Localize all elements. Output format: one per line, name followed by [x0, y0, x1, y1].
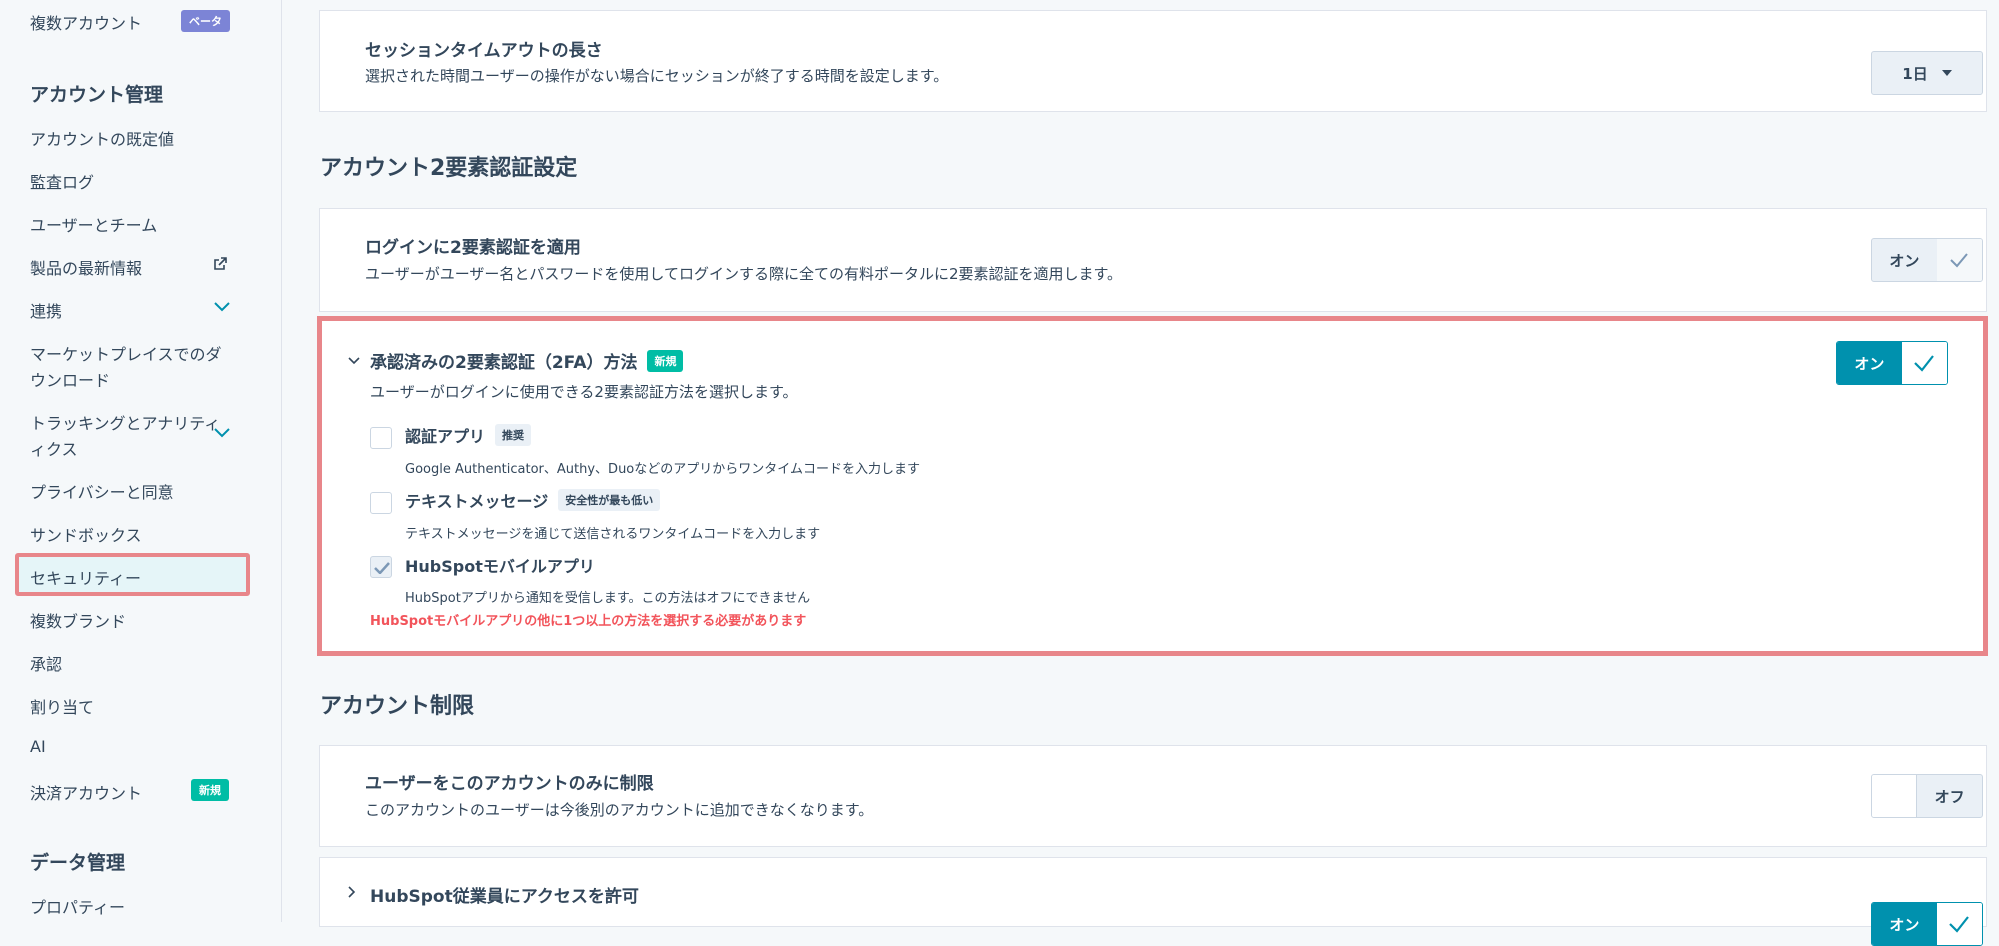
- sidebar-item-label: 複数アカウント: [30, 14, 143, 33]
- approved-2fa-methods-card: 承認済みの2要素認証（2FA）方法 新規 ユーザーがログインに使用できる2要素認…: [317, 316, 1988, 656]
- sidebar-item-label: ィクス: [30, 440, 78, 459]
- sidebar-item-payment-account[interactable]: 決済アカウント: [30, 780, 142, 804]
- chevron-down-icon[interactable]: [348, 357, 360, 365]
- sidebar-item-label: 承認: [30, 655, 63, 674]
- approved-methods-title-row: 承認済みの2要素認証（2FA）方法 新規: [370, 348, 684, 373]
- sidebar-item-label: セキュリティー: [30, 569, 142, 588]
- sidebar-item-label: アカウントの既定値: [30, 130, 175, 149]
- enforce-2fa-toggle[interactable]: オン: [1871, 238, 1983, 282]
- account-mgmt-heading: アカウント管理: [30, 84, 164, 106]
- external-link-icon[interactable]: [212, 256, 228, 272]
- sidebar-item-label: 監査ログ: [30, 173, 95, 192]
- session-timeout-dropdown[interactable]: 1日: [1871, 51, 1983, 95]
- caret-down-icon: [1941, 70, 1952, 76]
- sidebar-item-users-teams[interactable]: ユーザーとチーム: [30, 212, 157, 236]
- beta-badge: ベータ: [181, 10, 230, 32]
- sidebar: 複数アカウント ベータ アカウント管理 アカウントの既定値 監査ログ ユーザーと…: [0, 0, 282, 922]
- sidebar-item-product-updates[interactable]: 製品の最新情報: [30, 255, 142, 279]
- sidebar-item-label: 製品の最新情報: [30, 259, 143, 278]
- sidebar-item-assignments[interactable]: 割り当て: [30, 694, 94, 718]
- sidebar-item-multi-account[interactable]: 複数アカウント: [30, 10, 142, 34]
- sidebar-item-label: プライバシーと同意: [30, 483, 174, 502]
- chevron-down-icon[interactable]: [214, 302, 230, 312]
- hubspot-mobile-app-checkbox[interactable]: [370, 556, 392, 578]
- sidebar-item-privacy-consent[interactable]: プライバシーと同意: [30, 479, 174, 503]
- sidebar-item-label: トラッキングとアナリティ: [30, 414, 221, 433]
- toggle-label: オン: [1837, 342, 1902, 384]
- sidebar-item-tracking-analytics[interactable]: トラッキングとアナリティ: [30, 410, 220, 434]
- least-secure-tag: 安全性が最も低い: [558, 489, 661, 511]
- sidebar-item-audit-log[interactable]: 監査ログ: [30, 169, 94, 193]
- toggle-knob: [1872, 775, 1918, 817]
- sidebar-item-label: サンドボックス: [30, 526, 142, 545]
- approved-methods-title: 承認済みの2要素認証（2FA）方法: [370, 353, 638, 373]
- check-icon: [1936, 239, 1982, 281]
- approved-methods-toggle[interactable]: オン: [1836, 341, 1948, 385]
- enforce-2fa-card: ログインに2要素認証を適用 ユーザーがユーザー名とパスワードを使用してログインす…: [319, 208, 1987, 312]
- hubspot-mobile-app-title-row: HubSpotモバイルアプリ: [405, 553, 595, 577]
- sidebar-item-account-defaults[interactable]: アカウントの既定値: [30, 126, 174, 150]
- data-mgmt-heading: データ管理: [30, 852, 126, 874]
- sidebar-item-label: 割り当て: [30, 698, 95, 717]
- session-timeout-card: セッションタイムアウトの長さ 選択された時間ユーザーの操作がない場合にセッション…: [319, 10, 1987, 112]
- sidebar-item-properties[interactable]: プロパティー: [30, 894, 125, 918]
- authenticator-app-checkbox[interactable]: [370, 427, 392, 449]
- authenticator-app-title-row: 認証アプリ 推奨: [405, 423, 532, 447]
- sidebar-item-label: ユーザーとチーム: [30, 216, 158, 235]
- sidebar-item-marketplace-downloads[interactable]: マーケットプレイスでのダ: [30, 341, 222, 365]
- toggle-label: オン: [1889, 251, 1920, 270]
- authenticator-app-desc: Google Authenticator、Authy、Duoなどのアプリからワン…: [405, 462, 921, 477]
- sidebar-item-label: AI: [30, 737, 46, 756]
- approved-methods-desc: ユーザーがログインに使用できる2要素認証方法を選択します。: [370, 383, 798, 401]
- text-message-title-row: テキストメッセージ 安全性が最も低い: [405, 488, 661, 512]
- sidebar-item-marketplace-downloads-cont[interactable]: ウンロード: [30, 367, 110, 391]
- sidebar-item-multi-brand[interactable]: 複数ブランド: [30, 608, 126, 632]
- recommended-tag: 推奨: [495, 424, 532, 446]
- text-message-desc: テキストメッセージを通じて送信されるワンタイムコードを入力します: [405, 527, 821, 542]
- sidebar-item-sandbox[interactable]: サンドボックス: [30, 522, 142, 546]
- sidebar-item-label: 連携: [30, 302, 63, 321]
- sidebar-item-tracking-analytics-cont[interactable]: ィクス: [30, 436, 78, 460]
- authenticator-app-title: 認証アプリ: [405, 427, 486, 446]
- sidebar-item-integrations[interactable]: 連携: [30, 298, 62, 322]
- text-message-title: テキストメッセージ: [405, 492, 549, 511]
- new-badge: 新規: [191, 779, 229, 801]
- new-badge: 新規: [647, 349, 684, 372]
- sidebar-item-label: プロパティー: [30, 898, 126, 917]
- text-message-checkbox[interactable]: [370, 492, 392, 514]
- enforce-2fa-desc: ユーザーがユーザー名とパスワードを使用してログインする際に全ての有料ポータルに2…: [365, 265, 1122, 283]
- validation-error: HubSpotモバイルアプリの他に1つ以上の方法を選択する必要があります: [370, 614, 807, 629]
- sidebar-item-label: ウンロード: [30, 371, 111, 390]
- enforce-2fa-title: ログインに2要素認証を適用: [365, 238, 581, 258]
- restrict-account-toggle[interactable]: オフ: [1871, 774, 1983, 818]
- sidebar-item-label: 複数ブランド: [30, 612, 127, 631]
- check-icon: [374, 562, 390, 574]
- hubspot-mobile-app-title: HubSpotモバイルアプリ: [405, 557, 595, 576]
- check-icon: [1901, 342, 1947, 384]
- toggle-label: オフ: [1934, 787, 1965, 806]
- sidebar-item-security[interactable]: セキュリティー: [30, 565, 141, 589]
- sidebar-item-approvals[interactable]: 承認: [30, 651, 62, 675]
- sidebar-item-label: マーケットプレイスでのダ: [30, 345, 222, 364]
- session-timeout-title: セッションタイムアウトの長さ: [365, 41, 603, 61]
- twofa-section-heading: アカウント2要素認証設定: [320, 156, 578, 181]
- dropdown-value: 1日: [1902, 64, 1928, 83]
- session-timeout-desc: 選択された時間ユーザーの操作がない場合にセッションが終了する時間を設定します。: [365, 67, 949, 85]
- sidebar-item-label: 決済アカウント: [30, 784, 143, 803]
- chevron-down-icon[interactable]: [214, 428, 230, 438]
- hubspot-mobile-app-desc: HubSpotアプリから通知を受信します。この方法はオフにできません: [405, 591, 811, 606]
- sidebar-item-ai[interactable]: AI: [30, 737, 46, 756]
